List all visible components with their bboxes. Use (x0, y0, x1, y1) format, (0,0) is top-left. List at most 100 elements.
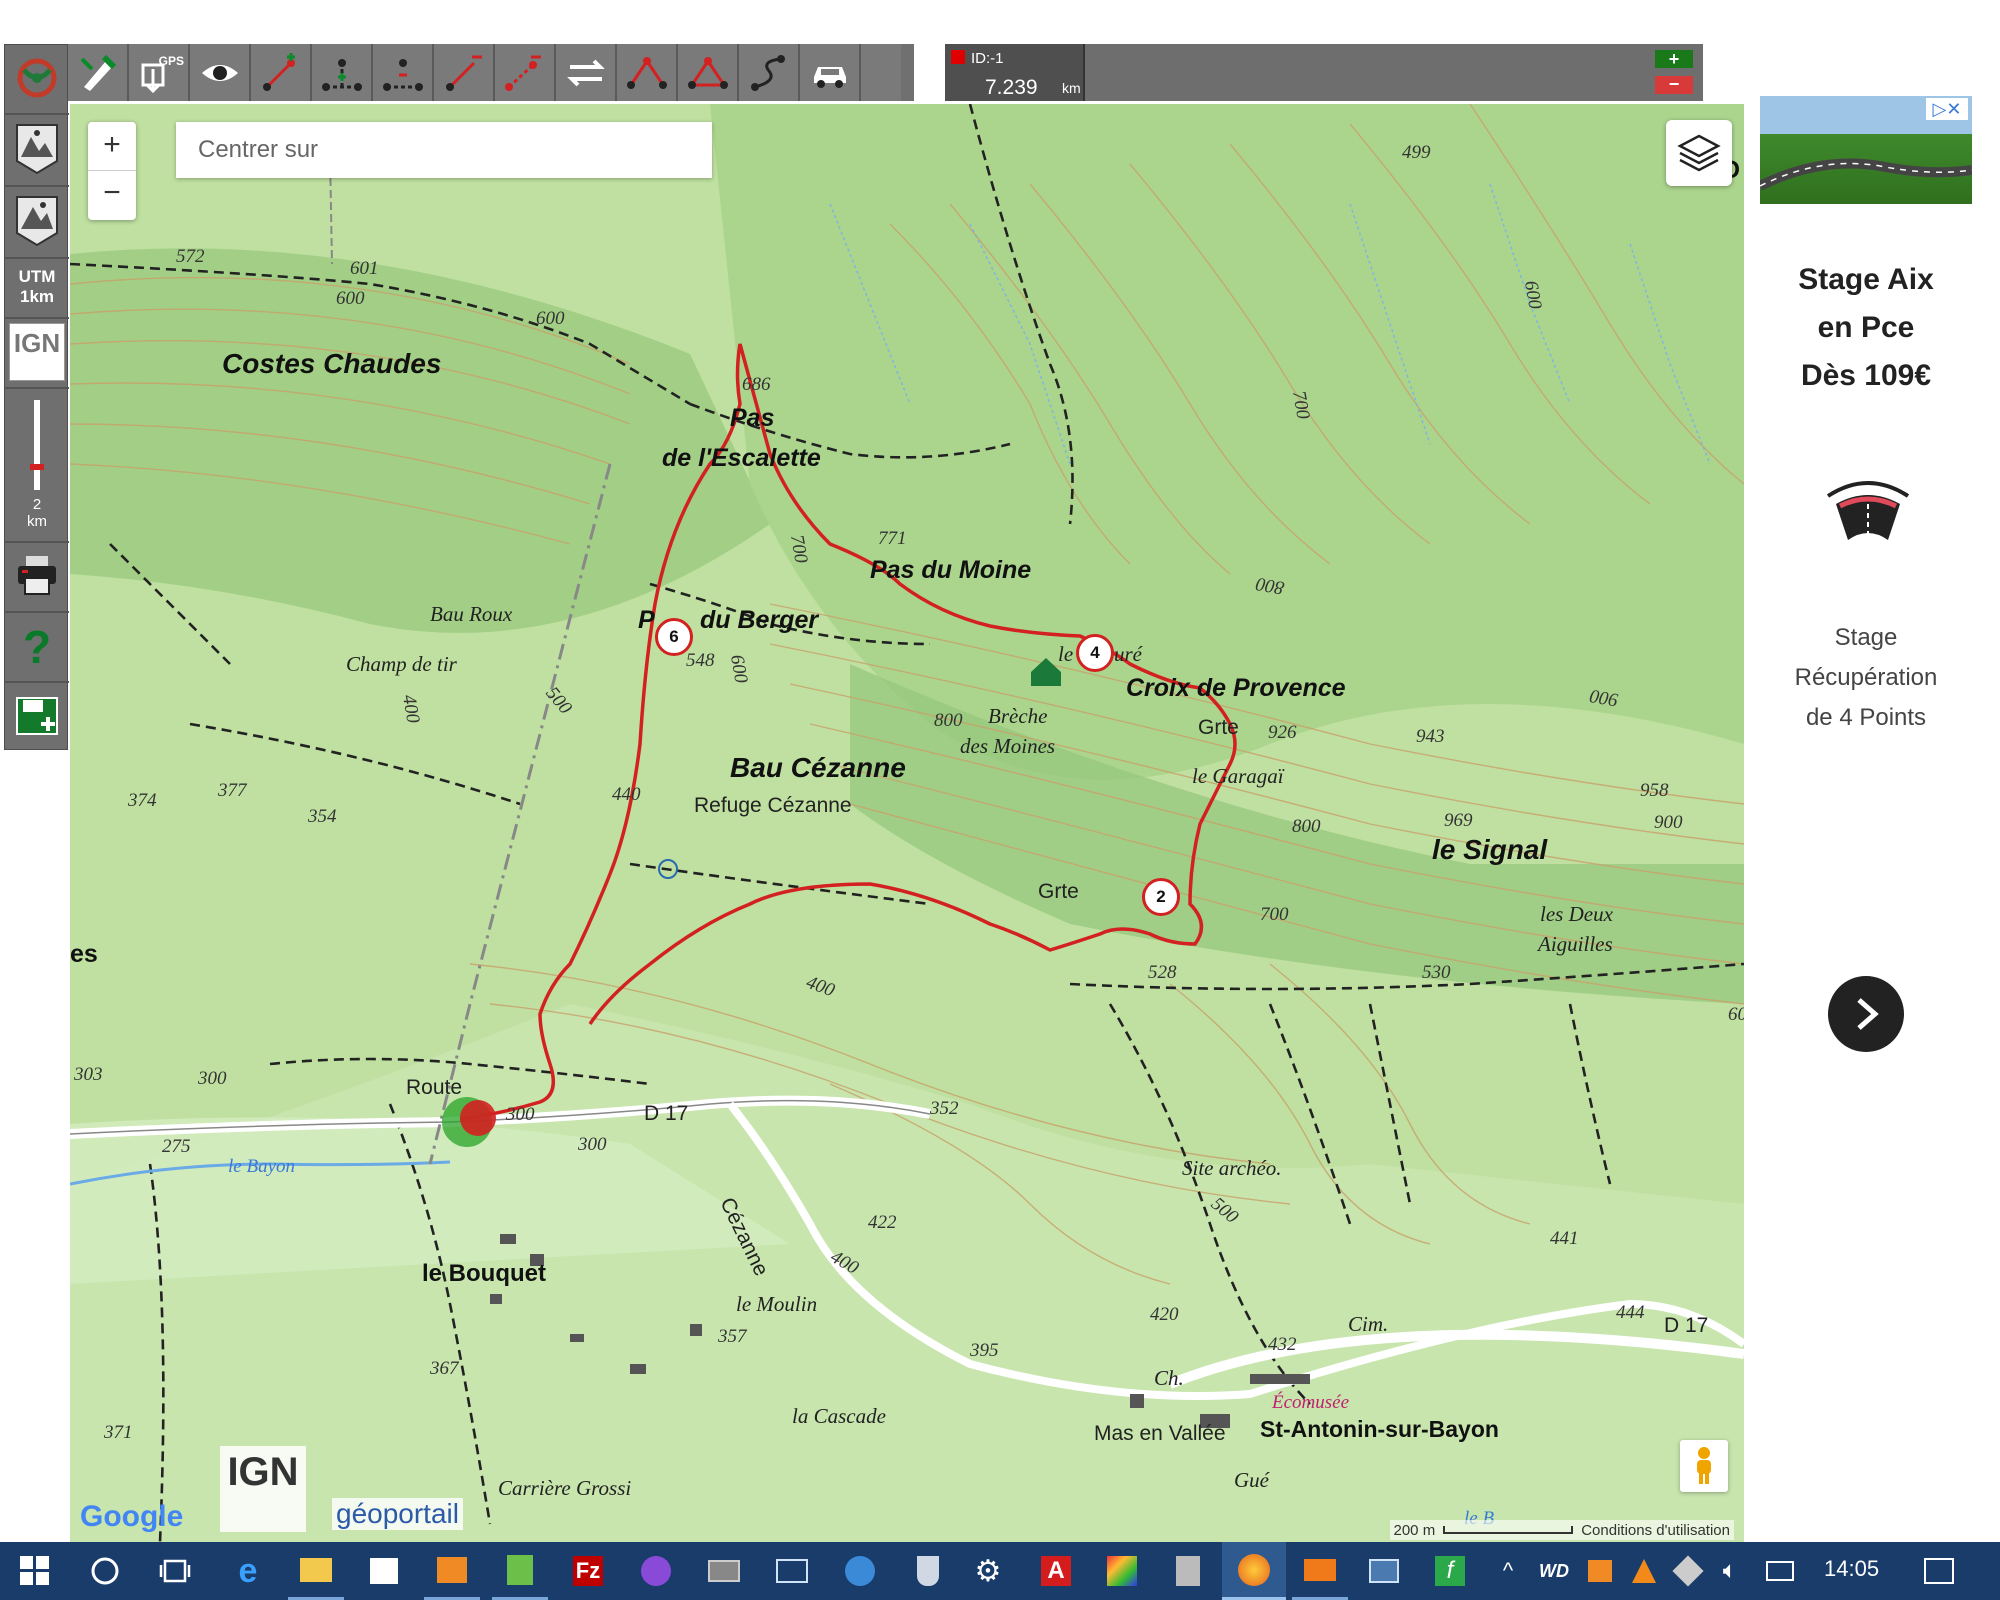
shield-icon[interactable] (900, 1542, 956, 1600)
remove-track-button[interactable]: − (1655, 75, 1693, 94)
windows-start-icon[interactable] (10, 1542, 60, 1600)
settings-icon[interactable]: ⚙ (960, 1542, 1016, 1600)
reverse-track-button[interactable] (556, 44, 617, 101)
view-toggle-button[interactable] (190, 44, 251, 101)
shield-glyph-icon (917, 1556, 939, 1586)
remove-segment-button[interactable] (495, 44, 556, 101)
add-point-middle-button[interactable] (312, 44, 373, 101)
place-label: Grte (1198, 716, 1239, 739)
elevation-label: 440 (612, 784, 641, 805)
slider-track (30, 400, 44, 490)
place-label: Site archéo. (1182, 1156, 1282, 1180)
climbing-mountain-button[interactable] (7, 189, 67, 253)
geoportail-logo[interactable]: géoportail (332, 1498, 463, 1530)
hiking-mountain-button[interactable] (7, 117, 67, 181)
terms-link[interactable]: Conditions d'utilisation (1581, 1522, 1730, 1539)
ign-layer-button[interactable]: IGN (7, 321, 67, 383)
layers-button[interactable] (1666, 120, 1732, 186)
ad-title[interactable]: Stage Aix en Pce Dès 109€ (1760, 256, 1972, 400)
firefox-icon[interactable] (1222, 1542, 1286, 1600)
filezilla-icon[interactable]: Fz (560, 1542, 616, 1600)
place-label: Cim. (1348, 1312, 1389, 1336)
app-window: UTM 1km IGN 2 km ? GPS ID:-1 7.239 km + … (0, 0, 2000, 1600)
car-route-button[interactable] (800, 44, 861, 101)
vlc-icon[interactable] (1624, 1542, 1664, 1600)
wd-icon[interactable]: WD (1534, 1542, 1574, 1600)
place-label: Bau Cézanne (730, 752, 906, 783)
place-label: Brèche (988, 704, 1048, 728)
pencil-ruler-icon (80, 54, 116, 91)
cube-icon[interactable] (1668, 1542, 1708, 1600)
media-icon[interactable] (424, 1542, 480, 1600)
street-view-button[interactable] (1680, 1440, 1728, 1492)
ad-image[interactable]: ▷✕ (1760, 96, 1972, 204)
waypoint-marker[interactable]: 6 (655, 618, 693, 656)
add-point-end-button[interactable] (251, 44, 312, 101)
track-color-swatch[interactable] (951, 50, 965, 64)
follow-road-button[interactable] (739, 44, 800, 101)
waypoint-marker[interactable]: 4 (1076, 634, 1114, 672)
store-icon[interactable] (356, 1542, 412, 1600)
globe-glyph-icon (845, 1556, 875, 1586)
chevron-up-icon[interactable]: ^ (1490, 1542, 1526, 1600)
cone-icon (1632, 1559, 1656, 1583)
slider-handle[interactable] (30, 464, 44, 470)
add-track-button[interactable]: + (1655, 50, 1693, 68)
track-distance: 7.239 (985, 76, 1038, 99)
taskbar-clock[interactable]: 14:05 (1824, 1556, 1879, 1582)
loop-track-icon (626, 56, 667, 89)
loop-track-button[interactable] (617, 44, 678, 101)
task-view-icon[interactable] (150, 1542, 200, 1600)
range-slider[interactable]: 2 km (7, 395, 67, 535)
remove-point-middle-button[interactable] (373, 44, 434, 101)
elevation-label: 700 (785, 533, 812, 565)
mail-icon[interactable] (1292, 1542, 1348, 1600)
calculator-icon[interactable] (1160, 1542, 1216, 1600)
logo-button[interactable] (7, 49, 67, 107)
save-track-button[interactable] (7, 687, 67, 745)
center-on-search-input[interactable] (176, 122, 712, 178)
edge-icon[interactable]: e (220, 1542, 276, 1600)
utm-grid-button[interactable]: UTM 1km (7, 263, 67, 311)
ign-logo[interactable]: IGN (220, 1446, 306, 1532)
cortana-icon[interactable] (80, 1542, 130, 1600)
waypoint-marker[interactable]: 2 (1142, 878, 1180, 916)
help-button[interactable]: ? (7, 617, 67, 677)
ad-close-icon[interactable]: ▷✕ (1926, 98, 1968, 120)
divider (5, 541, 69, 543)
volume-icon[interactable]: 🔈︎ (1710, 1542, 1750, 1600)
ad-next-button[interactable] (1828, 976, 1904, 1052)
editor-icon[interactable] (492, 1542, 548, 1600)
printer-tray-icon[interactable] (1580, 1542, 1620, 1600)
acrobat-icon[interactable]: A (1028, 1542, 1084, 1600)
edit-track-button[interactable] (68, 44, 129, 101)
close-loop-button[interactable] (678, 44, 739, 101)
nvu-glyph-icon (641, 1556, 671, 1586)
chevron-right-icon (1857, 998, 1879, 1030)
zoom-in-button[interactable]: + (88, 122, 136, 171)
google-logo[interactable]: Google (80, 1500, 183, 1534)
place-label: le Moulin (736, 1292, 818, 1316)
paint-icon[interactable] (1094, 1542, 1150, 1600)
notification-icon[interactable] (1914, 1542, 1964, 1600)
topographic-map[interactable]: Costes Chaudes Pas de l'Escalette Pas du… (70, 104, 1744, 1542)
task-view-glyph-icon (159, 1559, 191, 1583)
film-icon[interactable] (696, 1542, 752, 1600)
window-icon[interactable] (1356, 1542, 1412, 1600)
elevation-label: 377 (218, 780, 247, 801)
feather-icon[interactable]: f (1422, 1542, 1478, 1600)
monitor-icon[interactable] (764, 1542, 820, 1600)
gps-import-button[interactable]: GPS (129, 44, 190, 101)
place-label: Mas en Vallée (1094, 1422, 1226, 1445)
remove-point-end-button[interactable] (434, 44, 495, 101)
nvu-icon[interactable] (628, 1542, 684, 1600)
place-label: Croix de Provence (1126, 674, 1346, 702)
globe-icon[interactable] (832, 1542, 888, 1600)
file-explorer-icon[interactable] (288, 1542, 344, 1600)
network-icon[interactable] (1760, 1542, 1800, 1600)
map-scale: 200 m Conditions d'utilisation (1389, 1520, 1734, 1540)
zoom-out-button[interactable]: − (88, 171, 136, 220)
print-button[interactable] (7, 545, 67, 605)
utm-label: UTM (18, 267, 56, 286)
remove-segment-icon (504, 55, 541, 91)
